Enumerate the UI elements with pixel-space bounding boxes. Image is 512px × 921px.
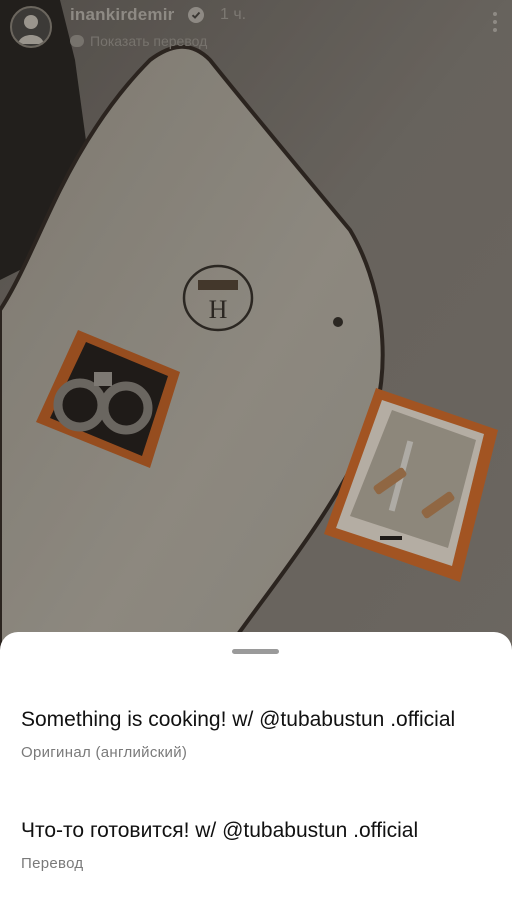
avatar[interactable] xyxy=(10,6,52,48)
translated-text-block: Что-то готовится! w/ @tubabustun .offici… xyxy=(21,816,491,872)
translate-icon xyxy=(70,35,84,47)
translated-text: Что-то готовится! w/ @tubabustun .offici… xyxy=(21,819,419,842)
sheet-drag-handle[interactable] xyxy=(232,649,279,654)
post-time: 1 ч. xyxy=(220,6,247,23)
username[interactable]: inankirdemir xyxy=(70,5,174,25)
original-text: Something is cooking! w/ @tubabustun .of… xyxy=(21,708,456,731)
verified-badge-icon xyxy=(188,7,204,23)
translation-bottom-sheet: Something is cooking! w/ @tubabustun .of… xyxy=(0,632,512,921)
original-language-label: Оригинал (английский) xyxy=(21,744,188,761)
more-vertical-icon[interactable] xyxy=(492,12,498,36)
show-translation-label: Показать перевод xyxy=(90,33,208,49)
post-image[interactable]: H xyxy=(0,0,512,660)
post-header: inankirdemir 1 ч. Показать перевод xyxy=(0,0,512,60)
translation-label: Перевод xyxy=(21,855,84,872)
original-text-block: Something is cooking! w/ @tubabustun .of… xyxy=(21,705,491,761)
show-translation-link[interactable]: Показать перевод xyxy=(70,33,207,49)
